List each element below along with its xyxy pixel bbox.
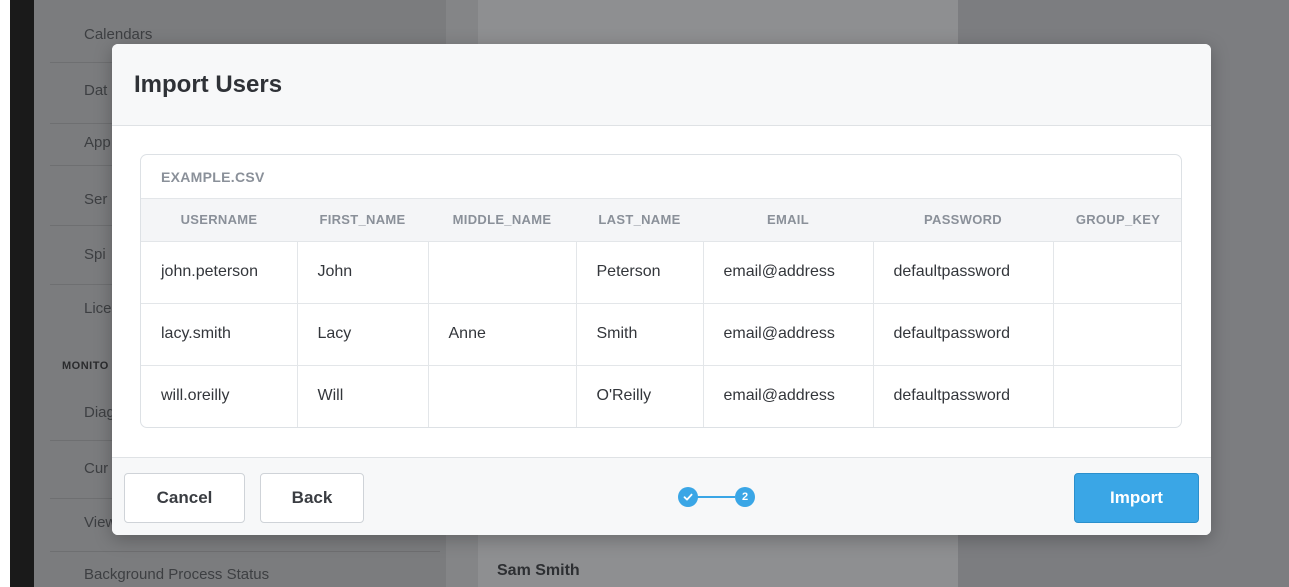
modal-header: Import Users bbox=[112, 44, 1211, 126]
table-row: john.peterson John Peterson email@addres… bbox=[141, 241, 1181, 304]
modal-footer: Cancel Back 2 Import bbox=[112, 457, 1211, 535]
sidebar-section-heading: MONITO bbox=[62, 360, 109, 372]
csv-file-name: EXAMPLE.CSV bbox=[141, 155, 1181, 199]
cell-first-name: Lacy bbox=[297, 303, 429, 366]
cell-group-key bbox=[1053, 365, 1181, 427]
csv-preview-table: USERNAME FIRST_NAME MIDDLE_NAME LAST_NAM… bbox=[141, 199, 1181, 427]
sidebar-item-5[interactable]: Spi bbox=[84, 246, 106, 263]
column-header-last-name: LAST_NAME bbox=[576, 199, 703, 242]
column-header-username: USERNAME bbox=[141, 199, 297, 242]
sidebar-item-8[interactable]: Cur bbox=[84, 460, 108, 477]
cell-password: defaultpassword bbox=[873, 303, 1054, 366]
background-left-edge bbox=[0, 0, 10, 587]
cancel-button[interactable]: Cancel bbox=[124, 473, 245, 523]
cell-last-name: O'Reilly bbox=[576, 365, 704, 427]
step-2-current: 2 bbox=[735, 487, 755, 507]
import-users-modal: Import Users EXAMPLE.CSV USERNAME FIRST_… bbox=[112, 44, 1211, 535]
sidebar-item-7[interactable]: Diag bbox=[84, 404, 115, 421]
sidebar-item-3[interactable]: App bbox=[84, 134, 111, 151]
wizard-stepper: 2 bbox=[678, 487, 758, 507]
cell-password: defaultpassword bbox=[873, 365, 1054, 427]
step-1-complete bbox=[678, 487, 698, 507]
column-header-middle-name: MIDDLE_NAME bbox=[428, 199, 576, 242]
cell-first-name: John bbox=[297, 241, 429, 304]
column-header-password: PASSWORD bbox=[873, 199, 1053, 242]
column-header-email: EMAIL bbox=[703, 199, 873, 242]
cell-group-key bbox=[1053, 241, 1181, 304]
check-icon bbox=[683, 493, 693, 501]
cell-last-name: Peterson bbox=[576, 241, 704, 304]
cell-username: will.oreilly bbox=[141, 365, 298, 427]
background-user-name: Sam Smith bbox=[497, 562, 580, 579]
cell-middle-name: Anne bbox=[428, 303, 577, 366]
cell-first-name: Will bbox=[297, 365, 429, 427]
sidebar-item-calendars[interactable]: Calendars bbox=[84, 26, 152, 43]
cell-password: defaultpassword bbox=[873, 241, 1054, 304]
sidebar-item-2[interactable]: Dat bbox=[84, 82, 107, 99]
cell-username: john.peterson bbox=[141, 241, 298, 304]
table-header-row: USERNAME FIRST_NAME MIDDLE_NAME LAST_NAM… bbox=[141, 199, 1181, 242]
sidebar-item-background-process-status[interactable]: Background Process Status bbox=[84, 566, 269, 583]
modal-title: Import Users bbox=[134, 70, 283, 98]
cell-middle-name bbox=[428, 241, 577, 304]
cell-email: email@address bbox=[703, 365, 874, 427]
modal-body: EXAMPLE.CSV USERNAME FIRST_NAME MIDDLE_N… bbox=[112, 126, 1211, 458]
sidebar-divider bbox=[50, 551, 440, 552]
column-header-group-key: GROUP_KEY bbox=[1053, 199, 1181, 242]
cell-last-name: Smith bbox=[576, 303, 704, 366]
table-row: will.oreilly Will O'Reilly email@address… bbox=[141, 365, 1181, 427]
import-button[interactable]: Import bbox=[1074, 473, 1199, 523]
background-dark-strip bbox=[10, 0, 34, 587]
sidebar-item-4[interactable]: Ser bbox=[84, 191, 107, 208]
column-header-first-name: FIRST_NAME bbox=[297, 199, 428, 242]
back-button[interactable]: Back bbox=[260, 473, 364, 523]
step-connector bbox=[697, 496, 735, 498]
cell-middle-name bbox=[428, 365, 577, 427]
cell-group-key bbox=[1053, 303, 1181, 366]
cell-email: email@address bbox=[703, 303, 874, 366]
csv-preview-card: EXAMPLE.CSV USERNAME FIRST_NAME MIDDLE_N… bbox=[140, 154, 1182, 428]
table-row: lacy.smith Lacy Anne Smith email@address… bbox=[141, 303, 1181, 366]
cell-email: email@address bbox=[703, 241, 874, 304]
sidebar-item-6[interactable]: Lice bbox=[84, 300, 112, 317]
cell-username: lacy.smith bbox=[141, 303, 298, 366]
